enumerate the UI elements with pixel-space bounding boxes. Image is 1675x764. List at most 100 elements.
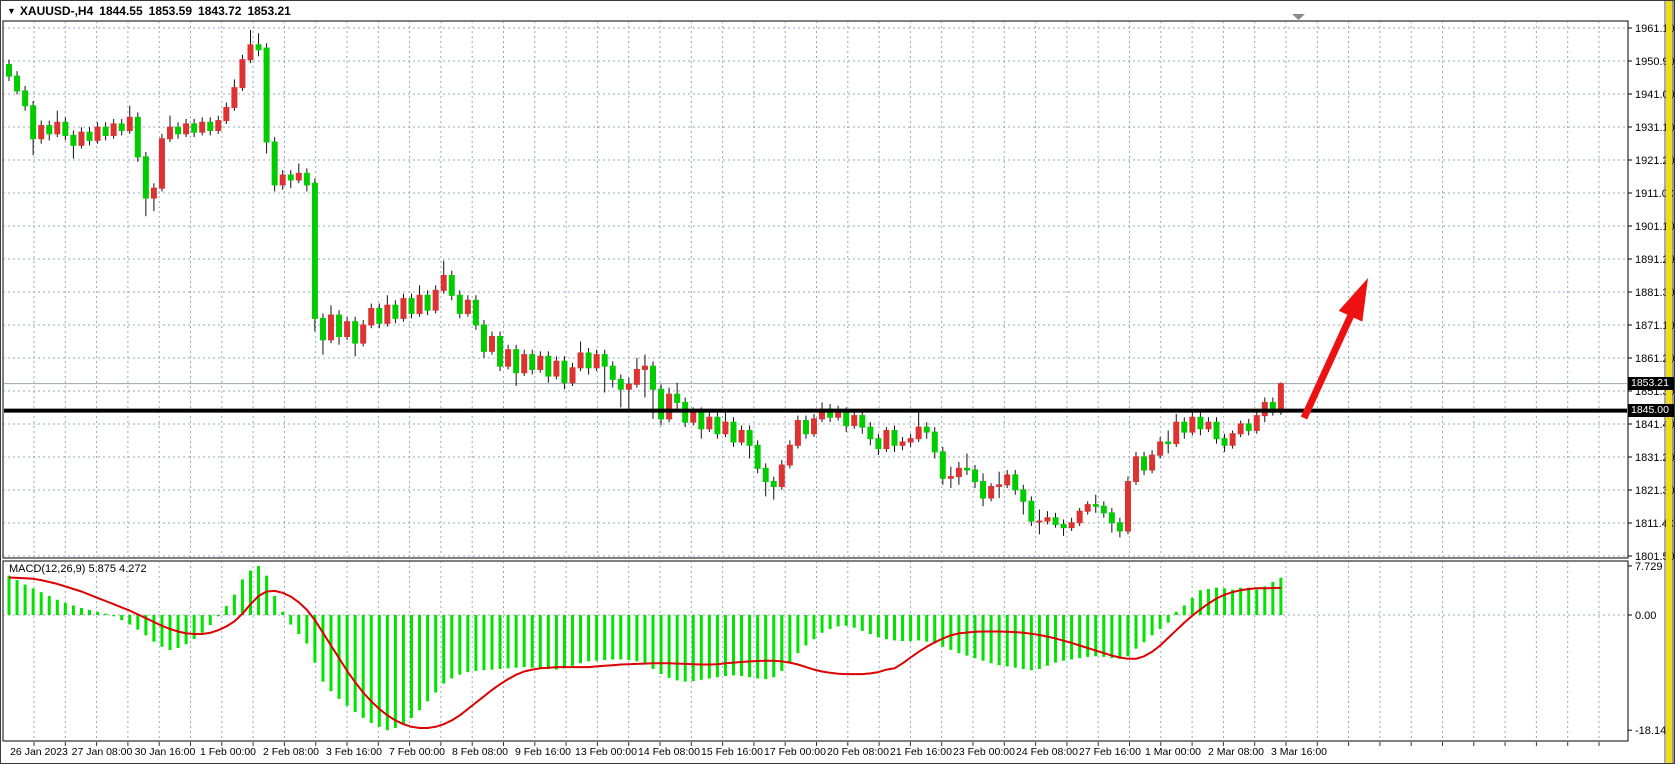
bear-candle	[715, 417, 720, 433]
bear-candle	[1101, 506, 1106, 513]
bull-candle	[465, 300, 470, 313]
bull-candle	[626, 384, 631, 389]
macd-histogram-bar	[619, 615, 622, 659]
date-axis-label: 24 Feb 08:00	[1016, 746, 1078, 758]
macd-histogram-bar	[869, 615, 872, 634]
macd-histogram-bar	[265, 576, 268, 615]
bear-candle	[304, 173, 309, 185]
macd-histogram-bar	[152, 615, 155, 642]
macd-histogram-bar	[772, 615, 775, 677]
macd-histogram-bar	[120, 615, 123, 620]
bear-candle	[393, 305, 398, 318]
macd-histogram-bar	[1110, 615, 1113, 658]
macd-histogram-bar	[837, 615, 840, 626]
macd-histogram-bar	[901, 615, 904, 641]
macd-histogram-bar	[185, 615, 188, 644]
macd-histogram-bar	[1279, 578, 1282, 615]
bear-candle	[71, 135, 76, 145]
bear-candle	[192, 124, 197, 132]
bull-candle	[248, 45, 253, 60]
bear-candle	[425, 295, 430, 310]
macd-histogram-bar	[1014, 615, 1017, 668]
chart-canvas[interactable]: 1961.101950.901941.001931.101921.201911.…	[1, 1, 1675, 764]
macd-histogram-bar	[249, 571, 252, 615]
date-axis-label: 26 Jan 2023	[10, 746, 68, 758]
macd-histogram-bar	[579, 615, 582, 663]
bull-candle	[667, 394, 672, 419]
macd-histogram-bar	[676, 615, 679, 680]
macd-histogram-bar	[402, 615, 405, 724]
bull-candle	[578, 353, 583, 368]
macd-histogram-bar	[885, 615, 888, 639]
macd-histogram-bar	[209, 615, 212, 625]
macd-histogram-bar	[853, 615, 856, 628]
macd-histogram-bar	[88, 610, 91, 615]
macd-histogram-bar	[330, 615, 333, 691]
macd-histogram-bar	[32, 588, 35, 615]
bear-candle	[7, 65, 12, 77]
bull-candle	[111, 124, 116, 136]
bear-candle	[876, 439, 881, 449]
date-axis-label: 2 Mar 08:00	[1208, 746, 1264, 758]
bear-candle	[449, 276, 454, 296]
date-axis-label: 27 Feb 16:00	[1079, 746, 1141, 758]
bear-candle	[353, 322, 358, 343]
macd-histogram-bar	[370, 615, 373, 723]
bear-candle	[473, 300, 478, 325]
bear-candle	[868, 427, 873, 439]
price-panel[interactable]	[3, 21, 1628, 558]
bear-candle	[763, 468, 768, 481]
bull-candle	[369, 308, 374, 324]
bull-candle	[95, 127, 100, 140]
bear-candle	[964, 468, 969, 470]
macd-histogram-bar	[193, 615, 196, 639]
macd-histogram-bar	[233, 595, 236, 615]
date-axis-label: 9 Feb 16:00	[515, 746, 571, 758]
macd-histogram-bar	[700, 615, 703, 680]
bear-candle	[377, 308, 382, 323]
date-axis-label: 14 Feb 08:00	[638, 746, 700, 758]
bull-candle	[216, 121, 221, 131]
bear-candle	[498, 337, 503, 367]
bull-candle	[1134, 457, 1139, 482]
bull-candle	[39, 126, 44, 139]
bear-candle	[1142, 457, 1147, 470]
symbol-dropdown-icon[interactable]: ▼	[7, 6, 16, 16]
macd-histogram-bar	[16, 580, 19, 615]
bull-candle	[506, 350, 511, 366]
bull-candle	[522, 355, 527, 373]
bear-candle	[1198, 417, 1203, 429]
bull-candle	[151, 188, 156, 198]
bear-candle	[264, 48, 269, 142]
bull-candle	[385, 305, 390, 323]
date-axis-label: 2 Feb 08:00	[263, 746, 319, 758]
bull-candle	[401, 299, 406, 319]
hline-price-tag[interactable]: 1845.00	[1628, 404, 1674, 417]
bull-candle	[433, 290, 438, 310]
macd-histogram-bar	[813, 615, 816, 639]
bull-candle	[1158, 442, 1163, 455]
bull-candle	[345, 322, 350, 337]
bull-candle	[329, 315, 334, 340]
date-axis-label: 1 Feb 00:00	[200, 746, 256, 758]
bear-candle	[1182, 422, 1187, 432]
macd-histogram-bar	[434, 615, 437, 692]
macd-panel[interactable]	[3, 561, 1628, 741]
macd-histogram-bar	[217, 615, 220, 616]
macd-histogram-bar	[603, 615, 606, 660]
current-price-tag[interactable]: 1853.21	[1628, 377, 1674, 390]
bull-candle	[739, 430, 744, 442]
macd-histogram-bar	[450, 615, 453, 679]
bull-candle	[1190, 417, 1195, 432]
macd-histogram-bar	[321, 615, 324, 682]
macd-histogram-bar	[281, 612, 284, 615]
macd-histogram-bar	[225, 606, 228, 615]
date-axis-label: 20 Feb 08:00	[827, 746, 889, 758]
bull-candle	[1238, 424, 1243, 434]
macd-histogram-bar	[474, 615, 477, 671]
bear-candle	[602, 355, 607, 367]
macd-axis-label: 0.00	[1635, 610, 1656, 622]
bear-candle	[932, 432, 937, 452]
bull-candle	[812, 419, 817, 434]
bull-candle	[79, 132, 84, 145]
